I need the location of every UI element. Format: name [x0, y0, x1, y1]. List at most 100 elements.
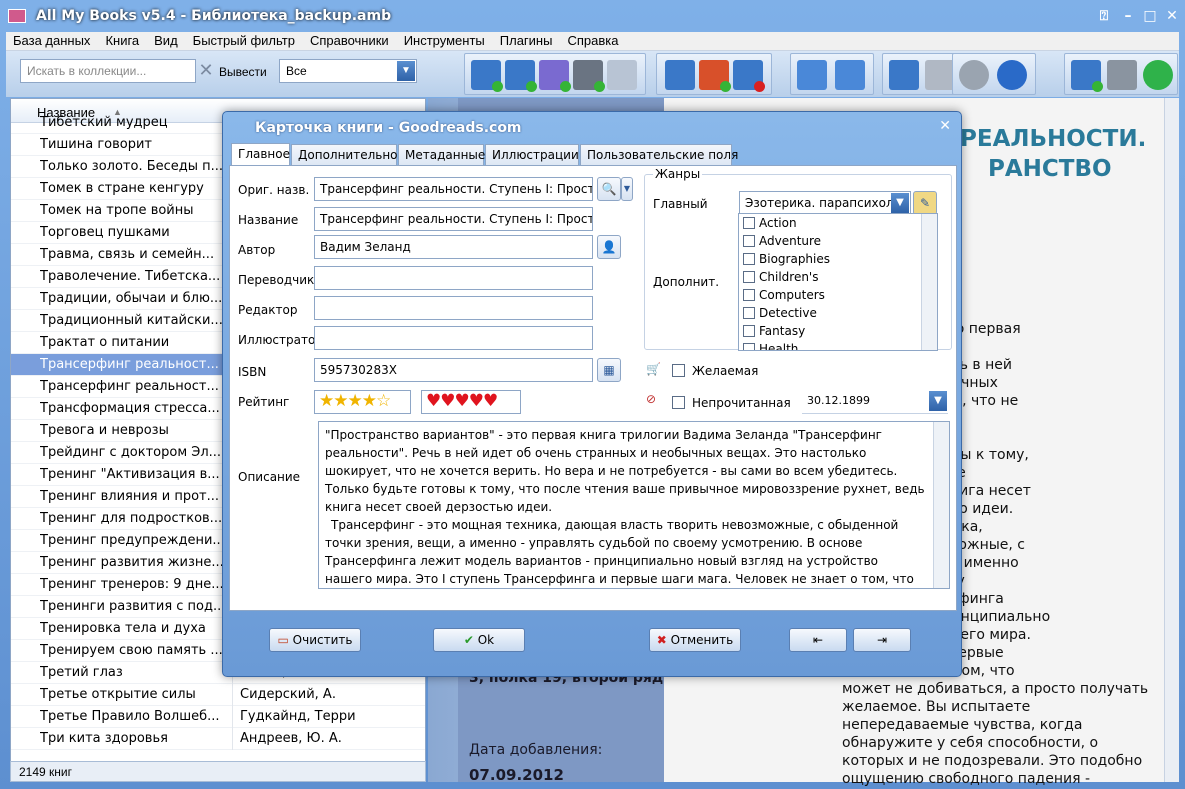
table-row[interactable]: Третье Правило Волшеб... Гудкайнд, Терри	[11, 706, 425, 728]
added-date: 07.09.2012	[469, 766, 564, 784]
genre-item[interactable]: Detective	[739, 304, 937, 322]
table-row[interactable]: Третье открытие силы Сидерский, А.	[11, 684, 425, 706]
genre-item[interactable]: Children's	[739, 268, 937, 286]
clear-search-icon[interactable]: ✕	[198, 60, 214, 81]
genre-item[interactable]: Adventure	[739, 232, 937, 250]
add-audiobook-icon[interactable]	[539, 60, 571, 92]
rating-hearts[interactable]: ♥♥♥♥♥	[421, 390, 521, 414]
lookup-dropdown-icon[interactable]: ▼	[621, 177, 633, 201]
isbn-field[interactable]: 595730283X	[314, 358, 593, 382]
menu-database[interactable]: База данных	[6, 32, 98, 48]
description-scrollbar[interactable]	[933, 422, 949, 588]
sort-icon[interactable]	[797, 60, 827, 90]
genre-item[interactable]: Fantasy	[739, 322, 937, 340]
genre-list-scrollbar[interactable]	[921, 214, 937, 350]
cancel-button[interactable]: ✖ Отменить	[649, 628, 741, 652]
author-label: Автор	[238, 243, 276, 257]
genre-item[interactable]: Biographies	[739, 250, 937, 268]
dialog-close-icon[interactable]: ✕	[939, 118, 951, 134]
next-record-button[interactable]: ⇥	[853, 628, 911, 652]
main-tab-panel: Ориг. назв. Трансерфинг реальности. Ступ…	[229, 165, 957, 611]
window-title: All My Books v5.4 - Библиотека_backup.am…	[36, 8, 392, 24]
wish-checkbox[interactable]	[672, 364, 685, 377]
maximize-button[interactable]: □	[1140, 8, 1160, 24]
export-icon[interactable]	[1071, 60, 1103, 92]
toolbar: Искать в коллекции... ✕ Вывести Все ▼	[6, 51, 1179, 97]
genre-checkbox[interactable]	[743, 289, 755, 301]
edit-book-icon[interactable]	[665, 60, 695, 90]
add-ebook-icon[interactable]	[505, 60, 537, 92]
author-field[interactable]: Вадим Зеланд	[314, 235, 593, 259]
illustrator-field[interactable]	[314, 326, 593, 350]
description-field[interactable]: "Пространство вариантов" - это первая кн…	[318, 421, 950, 589]
delete-book-icon[interactable]	[733, 60, 765, 92]
genre-checkbox[interactable]	[743, 307, 755, 319]
genre-checkbox[interactable]	[743, 253, 755, 265]
gear-icon[interactable]	[959, 60, 989, 90]
menu-quick-filter[interactable]: Быстрый фильтр	[186, 32, 303, 48]
search-input[interactable]: Искать в коллекции...	[20, 59, 196, 83]
column-separator	[232, 706, 233, 728]
menu-view[interactable]: Вид	[147, 32, 186, 48]
ok-button[interactable]: ✔ Ok	[433, 628, 525, 652]
add-book-icon[interactable]	[471, 60, 503, 92]
book-title-cell: Траволечение. Тибетска...	[40, 269, 221, 284]
minimize-button[interactable]: –	[1118, 8, 1138, 24]
title-bar: All My Books v5.4 - Библиотека_backup.am…	[0, 0, 1185, 32]
genre-item[interactable]: Health	[739, 340, 937, 351]
prev-record-icon: ⇤	[812, 633, 824, 647]
previous-record-button[interactable]: ⇤	[789, 628, 847, 652]
unread-checkbox[interactable]	[672, 396, 685, 409]
search-online-icon[interactable]	[607, 60, 637, 90]
status-bar: 2149 книг	[10, 761, 426, 782]
translator-field[interactable]	[314, 266, 593, 290]
close-button[interactable]: ✕	[1162, 8, 1182, 24]
genre-item[interactable]: Computers	[739, 286, 937, 304]
main-genre-select[interactable]: Эзотерика. парапсихоло ▼	[739, 191, 911, 215]
date-field[interactable]: 30.12.1899 ▼	[802, 390, 948, 414]
statistics-icon[interactable]	[1143, 60, 1173, 90]
genre-checkbox[interactable]	[743, 325, 755, 337]
rating-stars[interactable]: ★★★★☆	[314, 390, 411, 414]
book-title-cell: Тренинг влияния и прот...	[40, 489, 219, 504]
clear-button[interactable]: ▭ Очистить	[269, 628, 361, 652]
group-tree-icon[interactable]	[835, 60, 865, 90]
find-icon[interactable]	[889, 60, 919, 90]
tab-main[interactable]: Главное	[231, 143, 290, 166]
title-field[interactable]: Трансерфинг реальности. Ступень I: Прост…	[314, 207, 593, 231]
menu-help[interactable]: Справка	[560, 32, 626, 48]
genre-item[interactable]: Action	[739, 214, 937, 232]
add-by-barcode-icon[interactable]	[573, 60, 605, 92]
author-lookup-icon[interactable]: 👤	[597, 235, 621, 259]
genre-label: Health	[759, 342, 799, 351]
show-label: Вывести	[219, 65, 267, 79]
add-cover-icon[interactable]	[699, 60, 731, 92]
orig-title-field[interactable]: Трансерфинг реальности. Ступень I: Прост…	[314, 177, 593, 201]
lookup-icon[interactable]: 🔍	[597, 177, 621, 201]
print-icon[interactable]	[1107, 60, 1137, 90]
tab-illustrations[interactable]: Иллюстрации	[485, 144, 579, 165]
view-mode-icon[interactable]	[925, 60, 955, 90]
isbn-lookup-icon[interactable]: ▦	[597, 358, 621, 382]
genre-checkbox[interactable]	[743, 235, 755, 247]
filter-value: Все	[286, 64, 307, 78]
genre-checkbox[interactable]	[743, 343, 755, 350]
table-row[interactable]: Три кита здоровья Андреев, Ю. А.	[11, 728, 425, 750]
menu-book[interactable]: Книга	[98, 32, 147, 48]
genre-checkbox[interactable]	[743, 271, 755, 283]
genre-edit-icon[interactable]: ✎	[913, 191, 937, 215]
details-scrollbar[interactable]	[1164, 98, 1179, 782]
tab-metadata[interactable]: Метаданные	[398, 144, 485, 165]
genre-checkbox[interactable]	[743, 217, 755, 229]
tab-custom-fields[interactable]: Пользовательские поля	[580, 144, 738, 165]
editor-field[interactable]	[314, 296, 593, 320]
menu-references[interactable]: Справочники	[303, 32, 397, 48]
menu-tools[interactable]: Инструменты	[397, 32, 493, 48]
genre-label: Fantasy	[759, 324, 806, 338]
help-icon[interactable]: ⍰	[1094, 8, 1114, 24]
menu-plugins[interactable]: Плагины	[493, 32, 561, 48]
tab-additional[interactable]: Дополнительно	[291, 144, 398, 165]
help-circle-icon[interactable]	[997, 60, 1027, 90]
cart-icon: 🛒	[646, 362, 661, 376]
filter-select[interactable]: Все ▼	[279, 59, 417, 83]
